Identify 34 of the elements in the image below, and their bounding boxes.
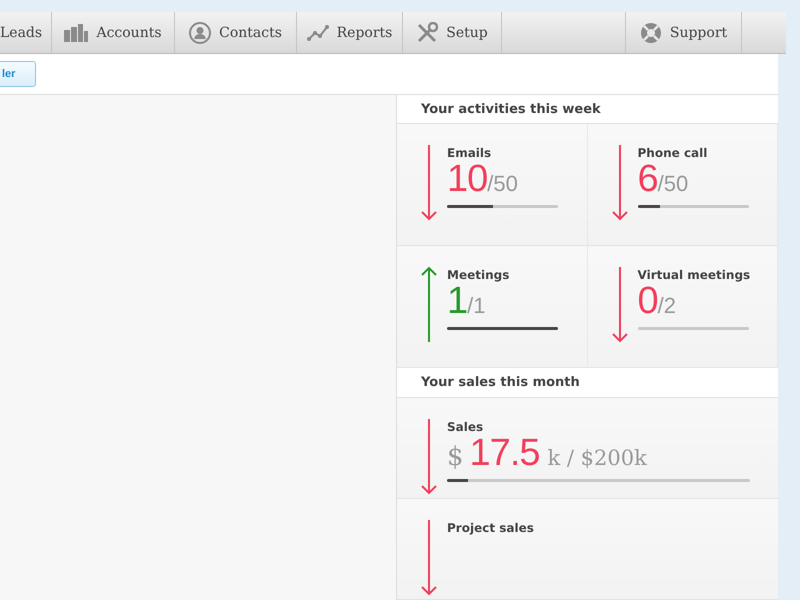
nav-tab[interactable]: Support [626, 12, 742, 53]
down-arrow-icon [612, 144, 628, 222]
metric-label: Emails [447, 146, 492, 160]
nav-tab[interactable]: Leads [0, 12, 52, 53]
metric-value: 0 [638, 282, 658, 320]
nav-tab[interactable]: Reports [297, 12, 403, 53]
person-icon [189, 22, 212, 44]
metric-total: /2 [658, 292, 676, 320]
lifebuoy-icon [640, 22, 662, 44]
buildings-icon [64, 24, 88, 42]
metric-total: /1 [467, 292, 486, 320]
line-chart-icon [306, 24, 329, 40]
metric-label: Meetings [447, 268, 510, 282]
down-arrow-icon [612, 266, 628, 344]
metric-value: 1 [447, 282, 468, 320]
metric-total: /50 [487, 170, 518, 198]
metric-label: Phone call [638, 146, 708, 160]
metric-value: 6 [638, 160, 658, 198]
metric-value: 17.5 [470, 434, 540, 472]
metric-label: Sales [447, 420, 484, 434]
up-arrow-icon [421, 266, 437, 344]
nav-tab[interactable]: Setup [403, 12, 502, 53]
tools-icon [416, 22, 438, 44]
nav-tab[interactable]: Accounts [52, 12, 175, 53]
metric-total: k / $200k [548, 444, 647, 472]
metric-total: /50 [658, 170, 688, 198]
currency-symbol: $ [447, 440, 464, 474]
metric-label: Virtual meetings [638, 268, 750, 282]
down-arrow-icon [421, 418, 437, 495]
metric-label: Project sales [447, 520, 534, 535]
metric-value: 10 [447, 160, 488, 198]
down-arrow-icon [421, 144, 437, 222]
down-arrow-icon [421, 518, 437, 596]
nav-tab[interactable]: Contacts [175, 12, 297, 53]
